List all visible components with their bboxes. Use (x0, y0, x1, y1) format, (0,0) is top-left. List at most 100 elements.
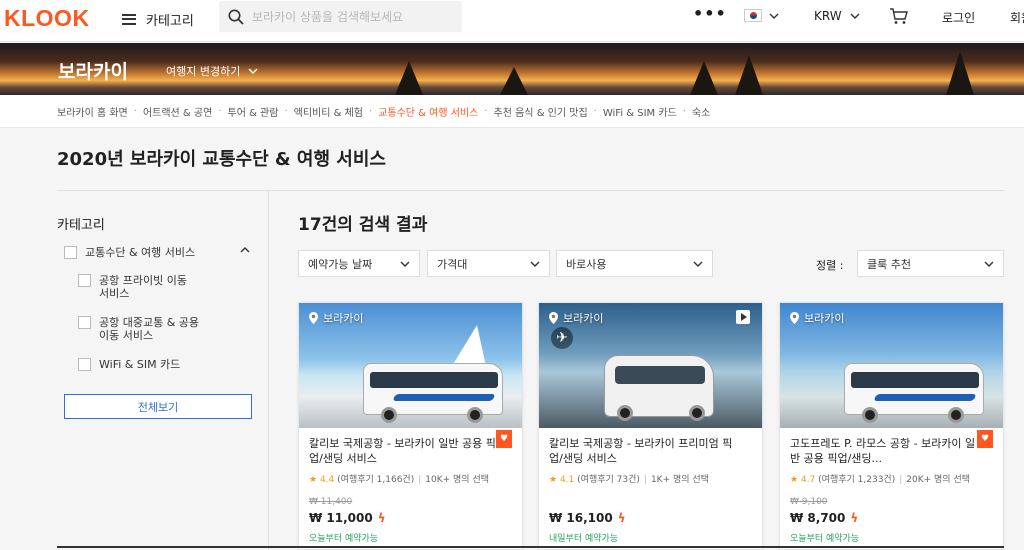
sale-price: ₩ 16,100 ϟ (549, 511, 626, 525)
video-play-icon[interactable] (736, 310, 750, 324)
category-label: 공항 대중교통 & 공용 이동 서비스 (99, 316, 200, 342)
shopping-cart-icon[interactable] (889, 7, 909, 25)
wheel-decoration (862, 407, 878, 423)
availability-text: 오늘부터 예약가능 (790, 534, 860, 544)
sale-price: ₩ 8,700 ϟ (790, 511, 859, 525)
location-tag: 보라카이 (549, 310, 603, 326)
language-selector[interactable] (744, 9, 779, 22)
location-pin-icon (790, 312, 799, 324)
checkbox[interactable] (78, 358, 91, 371)
sale-price: ₩ 11,000 ϟ (309, 511, 386, 525)
chevron-down-icon (693, 261, 703, 267)
crumb-hotels[interactable]: 숙소 (692, 104, 710, 119)
location-tag: 보라카이 (790, 310, 844, 326)
top-navigation-bar: KLOOK 카테고리 ••• KRW 로그인 회원가입 (0, 0, 1024, 42)
checkbox[interactable] (78, 274, 91, 287)
product-rating: ★ 4.7 (여행후기 1,233건) | 20K+ 명의 선택 (790, 475, 971, 485)
category-label: WiFi & SIM 카드 (99, 358, 181, 371)
category-menu-label: 카테고리 (146, 13, 194, 29)
product-title[interactable]: 칼리보 국제공항 - 보라카이 프리미엄 픽업/샌딩 서비스 (549, 436, 739, 466)
category-menu-button[interactable]: 카테고리 (122, 8, 194, 30)
star-icon: ★ (790, 475, 799, 485)
results-count-heading: 17건의 검색 결과 (298, 215, 428, 235)
crumb-transport[interactable]: 교통수단 & 여행 서비스 (378, 104, 478, 119)
instant-confirm-bolt-icon: ϟ (617, 511, 626, 525)
location-tag: 보라카이 (309, 310, 363, 326)
crumb-activities[interactable]: 액티비티 & 체험 (294, 104, 363, 119)
date-filter-dropdown[interactable]: 예약가능 날짜 (298, 250, 420, 277)
currency-selector[interactable]: KRW (814, 9, 860, 23)
crumb-home[interactable]: 보라카이 홈 화면 (57, 104, 128, 119)
change-destination-label: 여행지 변경하기 (166, 65, 241, 78)
chevron-down-icon (984, 261, 994, 267)
category-navigation: 보라카이 홈 화면 · 어트랙션 & 공연 · 투어 & 관람 · 액티비티 & 체험… (0, 95, 1024, 128)
category-label: 공항 프라이빗 이동 서비스 (99, 274, 187, 300)
category-checkbox-airport-public[interactable]: 공항 대중교통 & 공용 이동 서비스 (78, 316, 199, 342)
instant-confirm-bolt-icon: ϟ (377, 511, 386, 525)
search-input[interactable] (252, 9, 452, 24)
klook-logo[interactable]: KLOOK (4, 5, 90, 32)
original-price: ₩ 11,400 (309, 497, 353, 507)
airplane-icon: ✈ (551, 327, 573, 349)
availability-text: 내일부터 예약가능 (549, 534, 619, 544)
crumb-tours[interactable]: 투어 & 관람 (228, 104, 279, 119)
chevron-down-icon (248, 68, 258, 74)
sort-value: 클룩 추천 (867, 257, 911, 271)
product-title[interactable]: 고도프레도 P. 라모스 공항 - 보라카이 일반 공용 픽업/샌딩... (790, 436, 980, 466)
banner-sail-decoration (735, 55, 763, 95)
banner-sail-decoration (500, 67, 528, 95)
view-all-button[interactable]: 전체보기 (64, 394, 252, 419)
wheel-decoration (617, 405, 633, 421)
product-rating: ★ 4.4 (여행후기 1,166건) | 10K+ 명의 선택 (309, 475, 490, 485)
sort-label: 정렬 : (816, 259, 844, 272)
category-checkbox-airport-private[interactable]: 공항 프라이빗 이동 서비스 (78, 274, 187, 300)
product-card[interactable]: 보라카이 ✈ 칼리보 국제공항 - 보라카이 프리미엄 픽업/샌딩 서비스 ★ … (538, 302, 763, 550)
wheel-decoration (381, 407, 397, 423)
chevron-up-icon[interactable] (240, 247, 250, 253)
category-label: 교통수단 & 여행 서비스 (85, 246, 196, 259)
korea-flag-icon (744, 9, 762, 22)
chevron-down-icon (400, 261, 410, 267)
wheel-decoration (689, 405, 705, 421)
product-image: 보라카이 ✈ (539, 303, 762, 428)
checkbox[interactable] (64, 246, 77, 259)
divider (57, 546, 1004, 548)
product-image: 보라카이 (780, 303, 1003, 428)
crumb-food[interactable]: 추천 음식 & 인기 맛집 (494, 104, 588, 119)
instant-use-filter-dropdown[interactable]: 바로사용 (556, 250, 713, 277)
wheel-decoration (948, 407, 964, 423)
category-sidebar: 카테고리 교통수단 & 여행 서비스 공항 프라이빗 이동 서비스 공항 대중교통… (57, 191, 269, 550)
category-checkbox-wifi-sim[interactable]: WiFi & SIM 카드 (78, 358, 180, 371)
banner-sail-decoration (946, 51, 974, 95)
product-card[interactable]: 보라카이 ♥ 칼리보 국제공항 - 보라카이 일반 공용 픽업/샌딩 서비스 ★… (298, 302, 523, 550)
wheel-decoration (467, 407, 483, 423)
product-image: 보라카이 (299, 303, 522, 428)
filter-label: 가격대 (437, 257, 468, 271)
destination-banner: 보라카이 여행지 변경하기 (0, 43, 1024, 95)
currency-label: KRW (814, 9, 842, 23)
login-link[interactable]: 로그인 (942, 9, 975, 26)
filter-label: 바로사용 (566, 257, 607, 271)
change-destination-button[interactable]: 여행지 변경하기 (166, 63, 258, 79)
checkbox[interactable] (78, 316, 91, 329)
product-rating: ★ 4.1 (여행후기 73건) | 1K+ 명의 선택 (549, 475, 709, 485)
crumb-attractions[interactable]: 어트랙션 & 공연 (143, 104, 212, 119)
instant-confirm-bolt-icon: ϟ (850, 511, 859, 525)
product-title[interactable]: 칼리보 국제공항 - 보라카이 일반 공용 픽업/샌딩 서비스 (309, 436, 499, 466)
original-price: ₩ 9,100 (790, 497, 828, 507)
product-card[interactable]: 보라카이 ♥ 고도프레도 P. 라모스 공항 - 보라카이 일반 공용 픽업/샌… (779, 302, 1004, 550)
chevron-down-icon (769, 13, 779, 19)
star-icon: ★ (309, 475, 318, 485)
signup-link[interactable]: 회원가입 (1010, 9, 1024, 26)
more-options-icon[interactable]: ••• (693, 4, 727, 23)
star-icon: ★ (549, 475, 558, 485)
category-checkbox-transport[interactable]: 교통수단 & 여행 서비스 (64, 246, 195, 259)
chevron-down-icon (530, 261, 540, 267)
search-bar[interactable] (219, 1, 462, 32)
search-icon (228, 9, 244, 25)
destination-title: 보라카이 (58, 61, 128, 83)
crumb-wifi-sim[interactable]: WiFi & SIM 카드 (603, 104, 677, 119)
price-filter-dropdown[interactable]: 가격대 (427, 250, 550, 277)
sort-dropdown[interactable]: 클룩 추천 (857, 250, 1004, 277)
chevron-down-icon (850, 13, 860, 19)
